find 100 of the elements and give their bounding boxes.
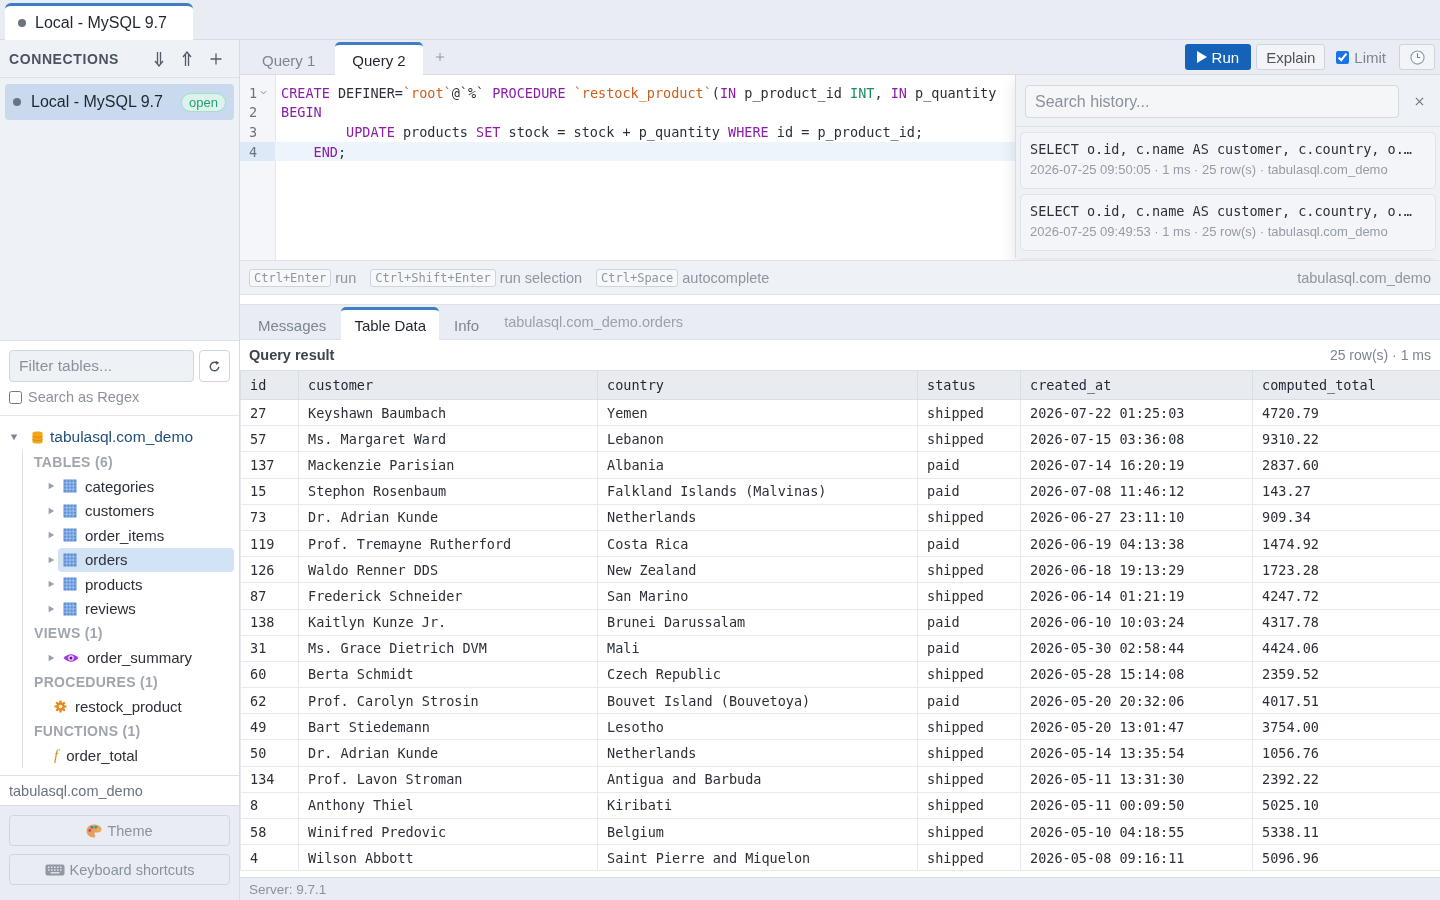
shortcut-key: Ctrl+Shift+Enter (370, 268, 496, 287)
table-grid-icon (63, 479, 77, 494)
explain-button[interactable]: Explain (1256, 44, 1326, 70)
filter-field[interactable]: Filter tables... (9, 350, 194, 382)
table-cell: shipped (917, 661, 1021, 688)
table-cell: Waldo Renner DDS (298, 556, 598, 583)
result-source-label: tabulasql.com_demo.orders (504, 314, 684, 330)
table-cell: Albania (597, 451, 918, 479)
line-number: 1 (249, 84, 258, 101)
result-tab[interactable]: Table Data (341, 307, 440, 340)
connection-tab[interactable]: Local - MySQL 9.7 (5, 3, 193, 40)
expand-toggle-icon[interactable] (47, 580, 55, 589)
table-cell: Prof. Lavon Stroman (298, 766, 598, 793)
column-header[interactable]: status (917, 370, 1021, 400)
history-meta: 2026-07-25 09:49:53 · 1 ms · 25 row(s) · tabulasql.com_demo (1030, 224, 1388, 239)
column-header[interactable]: customer (298, 370, 598, 400)
table-cell: Mackenzie Parisian (298, 451, 598, 479)
table-cell: 2026-05-20 20:32:06 (1020, 687, 1253, 714)
table-cell: Mali (597, 635, 918, 662)
result-title: Query result (249, 347, 335, 363)
double-arrow-down-icon[interactable] (154, 50, 164, 67)
table-cell: Prof. Carolyn Strosin (298, 687, 598, 714)
table-cell: shipped (917, 504, 1021, 531)
table-cell: 2026-05-30 02:58:44 (1020, 635, 1253, 662)
table-cell: 2026-05-14 13:35:54 (1020, 739, 1253, 767)
table-cell: 2026-07-14 16:20:19 (1020, 451, 1253, 479)
tree-item[interactable]: restock_product (49, 694, 234, 719)
regex-checkbox[interactable] (9, 390, 22, 404)
expand-toggle-icon[interactable] (47, 531, 55, 540)
expand-toggle-icon[interactable] (47, 604, 55, 613)
tree-item[interactable]: order_items (58, 523, 234, 548)
table-cell: paid (917, 478, 1021, 505)
status-dot-icon (18, 19, 26, 27)
plus-icon[interactable] (434, 52, 445, 62)
double-arrow-up-icon[interactable] (182, 50, 192, 67)
table-cell: Kiribati (597, 792, 918, 819)
table-cell: Antigua and Barbuda (597, 766, 918, 793)
table-cell: shipped (917, 556, 1021, 583)
gear-icon (54, 700, 67, 714)
column-header[interactable]: country (597, 370, 918, 400)
tree-item[interactable]: reviews (58, 596, 234, 621)
column-header[interactable]: id (240, 370, 299, 400)
status-badge: open (181, 92, 226, 112)
expand-toggle-icon[interactable] (47, 482, 55, 491)
table-cell: San Marino (597, 582, 918, 609)
table-cell: Belgium (597, 818, 918, 845)
limit-checkbox[interactable] (1336, 50, 1350, 64)
fold-caret-icon[interactable] (260, 90, 268, 96)
expand-toggle-icon[interactable] (47, 653, 55, 662)
table-cell: 2026-05-08 09:16:11 (1020, 844, 1253, 871)
table-cell: shipped (917, 818, 1021, 845)
history-entry[interactable]: SELECT o.id, c.name AS customer, c.country, o.… 2026-07-25 09:50:05 · 1 ms · 25 row(s) · tabulasql.com_demo (1020, 132, 1436, 189)
history-button[interactable] (1399, 44, 1435, 70)
table-cell: paid (917, 687, 1021, 714)
table-cell: 126 (240, 556, 299, 583)
keyboard-icon (44, 863, 65, 876)
table-cell: Bart Stiedemann (298, 713, 598, 740)
close-icon[interactable] (1415, 97, 1424, 106)
tree-item[interactable]: products (58, 572, 234, 597)
table-cell: shipped (917, 713, 1021, 740)
run-button[interactable]: Run (1184, 44, 1252, 70)
database-icon (32, 429, 43, 445)
expand-toggle-icon[interactable] (47, 555, 55, 564)
tree-item[interactable]: tabulasql.com_demo (27, 425, 234, 450)
history-entry[interactable]: SELECT o.id, c.name AS customer, c.country, o.… 2026-07-25 09:49:53 · 1 ms · 25 row(s) · tabulasql.com_demo (1020, 194, 1436, 251)
table-cell: paid (917, 451, 1021, 479)
shortcut-key: Ctrl+Enter (249, 268, 332, 287)
query-tab[interactable]: Query 2 (335, 42, 423, 75)
table-cell: 2026-05-11 13:31:30 (1020, 766, 1253, 793)
table-cell: 50 (240, 739, 299, 767)
table-cell: Falkland Islands (Malvinas) (597, 478, 918, 505)
table-cell: 2026-05-10 04:18:55 (1020, 818, 1253, 845)
expand-toggle-icon[interactable] (47, 506, 55, 515)
table-cell: 2026-06-27 23:11:10 (1020, 504, 1253, 531)
table-cell: paid (917, 635, 1021, 662)
expand-toggle-icon[interactable] (10, 433, 18, 442)
tree-item[interactable]: customers (58, 498, 234, 523)
history-search-field[interactable]: Search history... (1025, 85, 1399, 118)
tree-item[interactable]: f order_total (49, 743, 234, 768)
result-summary: 25 row(s) · 1 ms (1329, 347, 1431, 363)
column-header[interactable]: created_at (1020, 370, 1253, 400)
table-cell: Stephon Rosenbaum (298, 478, 598, 505)
plus-icon[interactable] (210, 52, 222, 65)
table-cell: 8 (240, 792, 299, 819)
table-cell: 15 (240, 478, 299, 505)
table-cell: Ms. Margaret Ward (298, 425, 598, 452)
clock-icon (1409, 49, 1425, 65)
refresh-button[interactable] (199, 350, 230, 382)
eye-icon (63, 652, 79, 663)
tree-item[interactable]: categories (58, 474, 234, 499)
column-header[interactable]: computed_total (1252, 370, 1440, 400)
connection-item[interactable]: Local - MySQL 9.7 open (5, 84, 234, 120)
table-cell: Bouvet Island (Bouvetoya) (597, 687, 918, 714)
table-cell: 62 (240, 687, 299, 714)
status-dot-icon (13, 98, 21, 106)
tree-item[interactable]: order_summary (58, 645, 234, 670)
tree-item[interactable]: orders (58, 547, 234, 572)
history-query: SELECT o.id, c.name AS customer, c.country, o.… (1030, 203, 1412, 219)
line-number: 3 (249, 124, 258, 140)
code-line: BEGIN (281, 104, 322, 121)
